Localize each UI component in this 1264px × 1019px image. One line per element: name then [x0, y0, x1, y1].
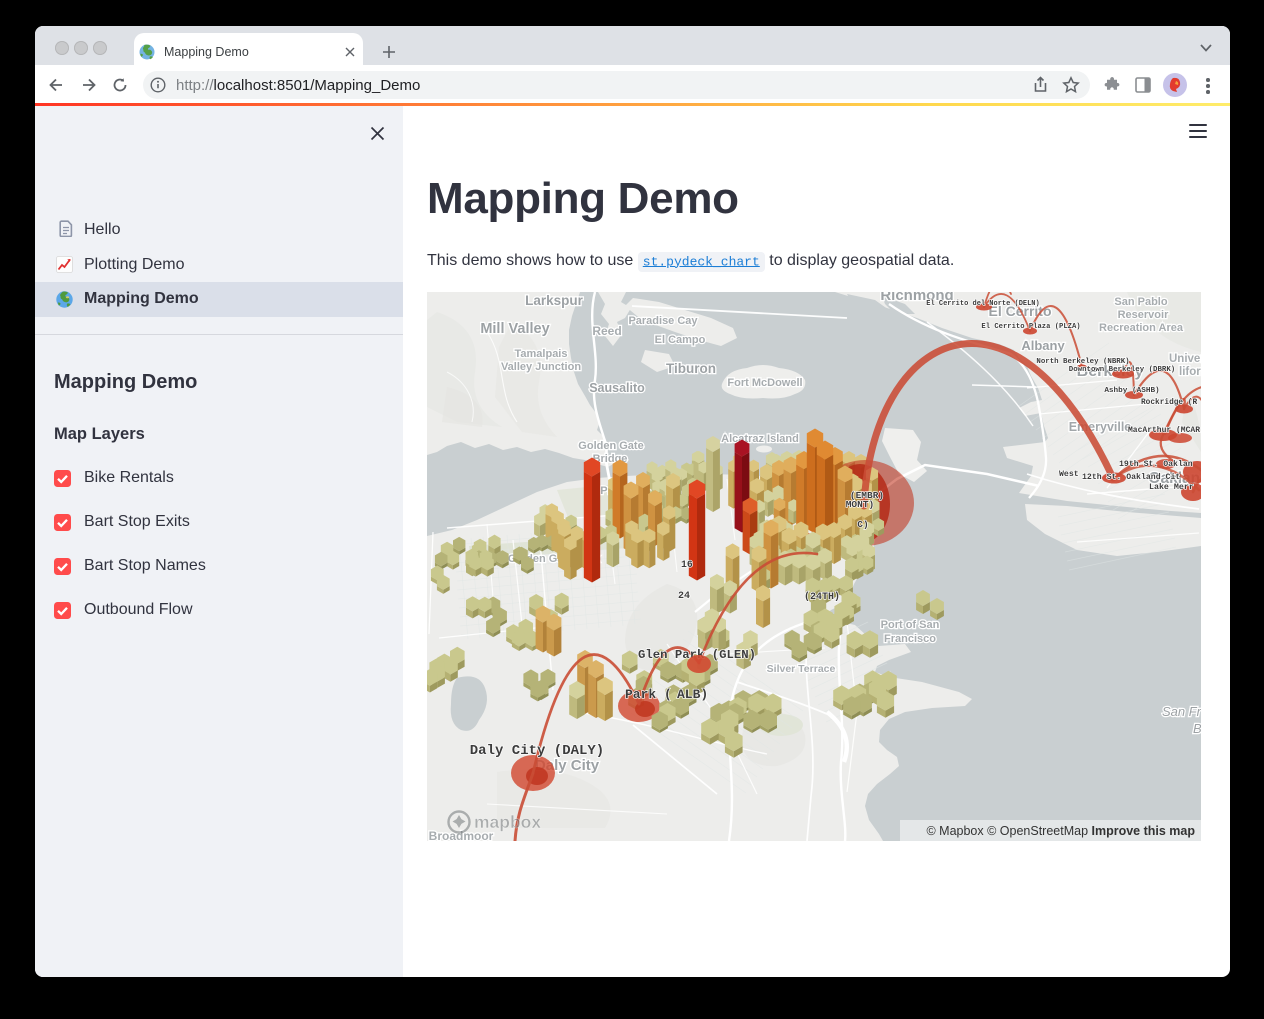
svg-text:ALB): ALB): [677, 687, 708, 702]
svg-text:Universit: Universit: [1169, 353, 1201, 365]
svg-text:liforn: liforn: [1179, 366, 1201, 378]
svg-text:Port of San: Port of San: [881, 619, 940, 631]
svg-text:24: 24: [678, 591, 690, 602]
svg-text:C): C): [857, 519, 868, 530]
svg-text:12th St. Oakland Cit: 12th St. Oakland Cit: [1082, 472, 1180, 482]
svg-text:Francisco: Francisco: [884, 633, 936, 645]
svg-text:Lake Merr: Lake Merr: [1149, 482, 1194, 492]
svg-text:Albany: Albany: [1021, 338, 1065, 353]
svg-text:Alcatraz Island: Alcatraz Island: [721, 433, 799, 445]
svg-text:Reed: Reed: [592, 324, 621, 338]
svg-text:19th St. Oaklan: 19th St. Oaklan: [1119, 459, 1193, 469]
svg-text:16: 16: [681, 559, 693, 570]
svg-text:mapbox: mapbox: [474, 812, 541, 832]
svg-text:Downtown Berkeley (DBRK): Downtown Berkeley (DBRK): [1069, 366, 1175, 374]
svg-text:Daly City (DALY): Daly City (DALY): [470, 743, 604, 759]
svg-text:Silver Terrace: Silver Terrace: [767, 663, 836, 675]
svg-text:San Fr: San Fr: [1162, 704, 1201, 719]
svg-text:Fort McDowell: Fort McDowell: [727, 377, 802, 389]
svg-text:(24TH): (24TH): [804, 591, 840, 603]
svg-text:MONT): MONT): [846, 499, 875, 510]
svg-text:El Cerrito del Norte (DELN): El Cerrito del Norte (DELN): [926, 300, 1039, 308]
svg-text:Ashby (ASHB): Ashby (ASHB): [1104, 387, 1159, 395]
svg-text:Larkspur: Larkspur: [525, 293, 584, 308]
svg-text:Mill Valley: Mill Valley: [480, 321, 549, 337]
svg-text:MacArthur (MCAR: MacArthur (MCAR: [1128, 426, 1200, 435]
svg-text:North Berkeley (NBRK): North Berkeley (NBRK): [1036, 358, 1129, 366]
svg-text:West: West: [1059, 470, 1079, 479]
svg-text:Sausalito: Sausalito: [589, 381, 645, 395]
svg-text:Golden Gate: Golden Gate: [578, 440, 643, 452]
svg-text:Tamalpais: Tamalpais: [515, 348, 568, 360]
svg-text:San Pablo: San Pablo: [1114, 296, 1167, 308]
svg-text:© Mapbox © OpenStreetMap Impro: © Mapbox © OpenStreetMap Improve this ma…: [926, 824, 1195, 838]
svg-text:El Cerrito Plaza (PLZA): El Cerrito Plaza (PLZA): [981, 323, 1080, 331]
svg-text:Paradise Cay: Paradise Cay: [628, 315, 698, 327]
svg-text:Rockridge (R: Rockridge (R: [1141, 399, 1197, 407]
svg-text:B: B: [1193, 721, 1201, 736]
svg-text:Park (: Park (: [625, 687, 672, 702]
svg-text:Valley Junction: Valley Junction: [501, 361, 581, 373]
svg-text:Reservoir: Reservoir: [1118, 309, 1169, 321]
svg-text:Tiburon: Tiburon: [666, 361, 716, 376]
svg-text:Recreation Area: Recreation Area: [1099, 322, 1184, 334]
svg-text:El Campo: El Campo: [655, 334, 706, 346]
